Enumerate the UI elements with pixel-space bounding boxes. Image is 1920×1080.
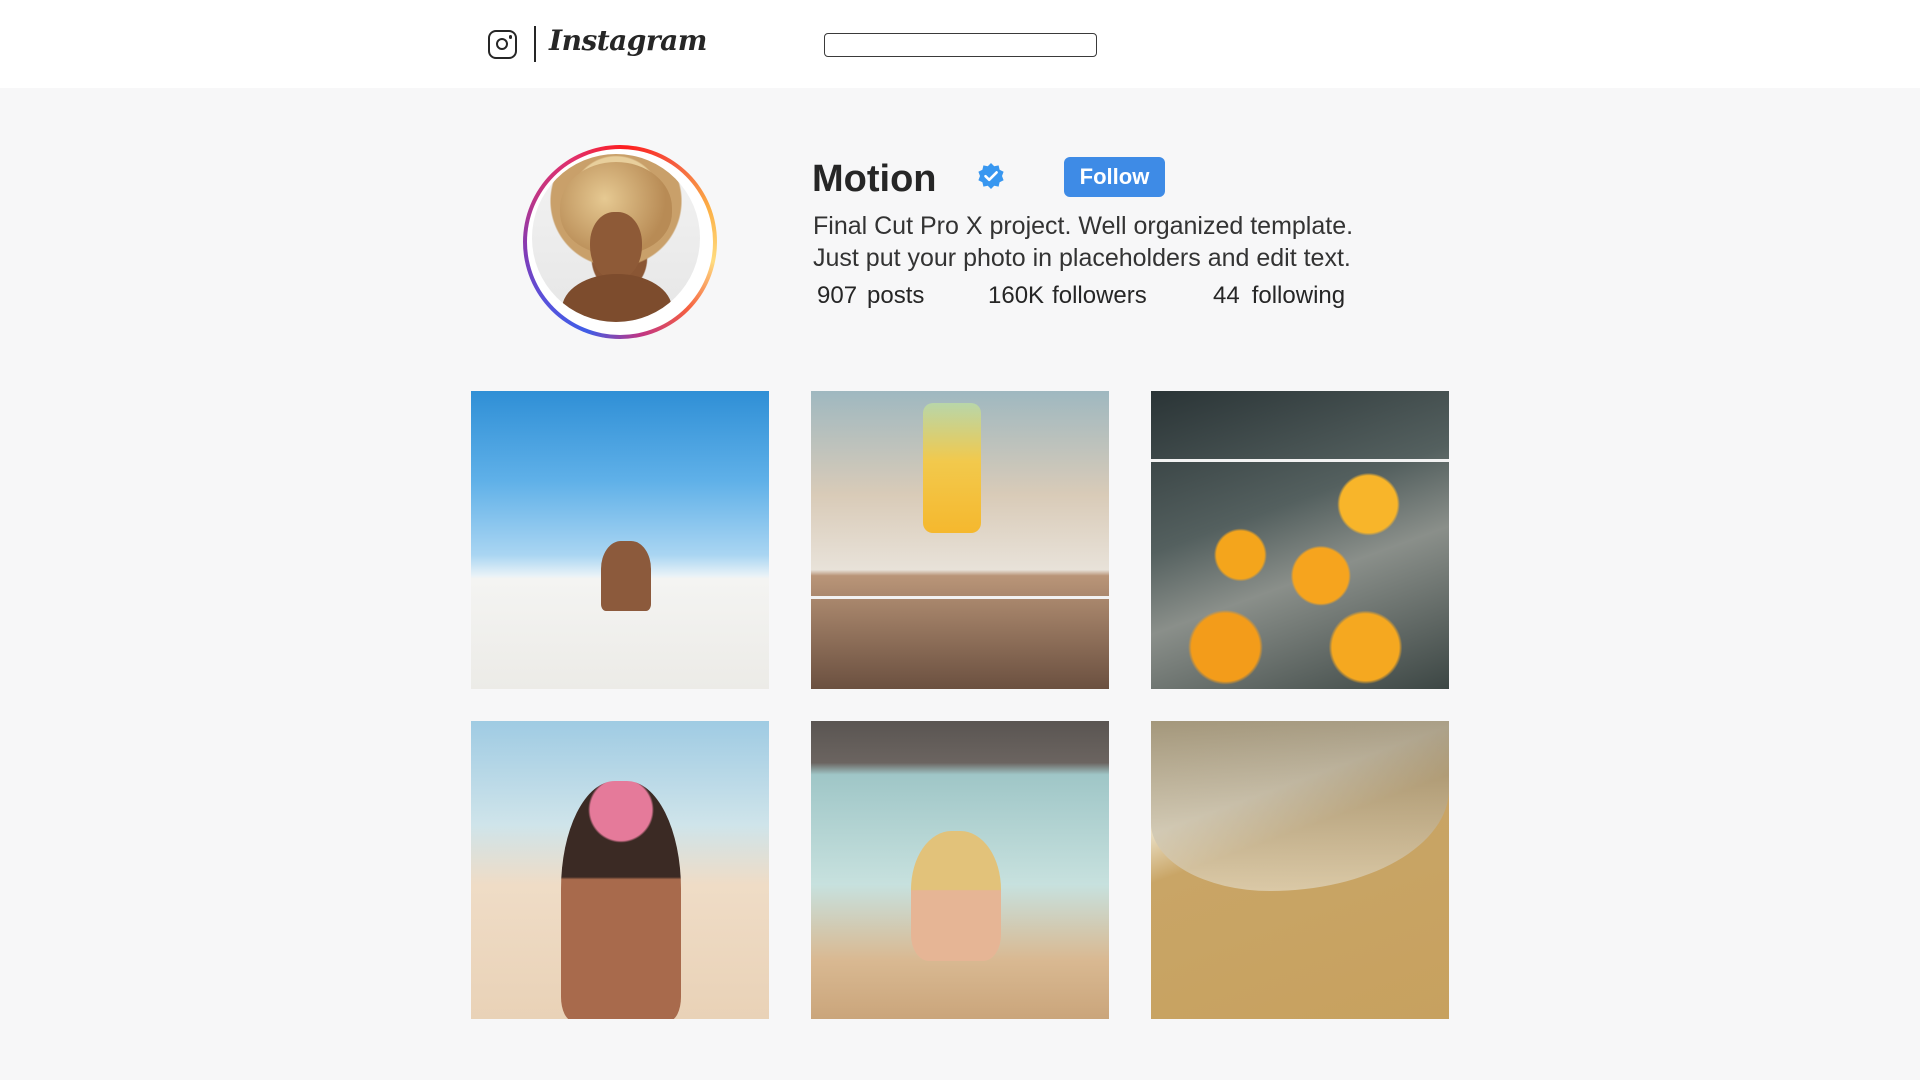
posts-count-label: posts — [867, 282, 925, 309]
logo-divider — [534, 26, 536, 62]
profile-username: Motion — [812, 158, 937, 200]
following-count-label: following — [1251, 282, 1346, 309]
post-thumbnail-sand-writing[interactable] — [1151, 721, 1449, 1019]
post-thumbnail-flower-crown[interactable] — [471, 721, 769, 1019]
following-count-value: 44 — [1213, 282, 1240, 309]
avatar — [532, 154, 700, 322]
follow-button[interactable]: Follow — [1064, 157, 1165, 197]
posts-count[interactable]: 907 posts — [817, 282, 924, 310]
bio-line: Final Cut Pro X project. Well organized … — [813, 212, 1354, 240]
camera-lens-shape — [496, 38, 508, 50]
posts-count-value: 907 — [817, 282, 858, 309]
instagram-glyph-icon[interactable] — [488, 30, 517, 59]
followers-count-value: 160K — [988, 282, 1045, 309]
avatar-face-shape — [590, 212, 642, 280]
following-count[interactable]: 44 following — [1213, 282, 1345, 310]
top-navigation-bar: Instagram — [0, 0, 1920, 88]
profile-bio: Final Cut Pro X project. Well organized … — [813, 210, 1353, 274]
profile-avatar-ring[interactable] — [523, 145, 717, 339]
followers-count-label: followers — [1052, 282, 1147, 309]
bio-line: Just put your photo in placeholders and … — [813, 244, 1351, 272]
post-thumbnail-orange-slices[interactable] — [1151, 391, 1449, 689]
verified-badge-icon — [978, 163, 1004, 189]
camera-flash-shape — [508, 35, 512, 39]
followers-count[interactable]: 160K followers — [988, 282, 1147, 310]
post-thumbnail-beach-couple[interactable] — [471, 391, 769, 689]
search-input[interactable] — [824, 33, 1097, 57]
avatar-shoulders-shape — [562, 274, 672, 322]
post-thumbnail-juice-drink[interactable] — [811, 391, 1109, 689]
instagram-wordmark[interactable]: Instagram — [549, 24, 707, 57]
post-thumbnail-mermaid-tail[interactable] — [811, 721, 1109, 1019]
